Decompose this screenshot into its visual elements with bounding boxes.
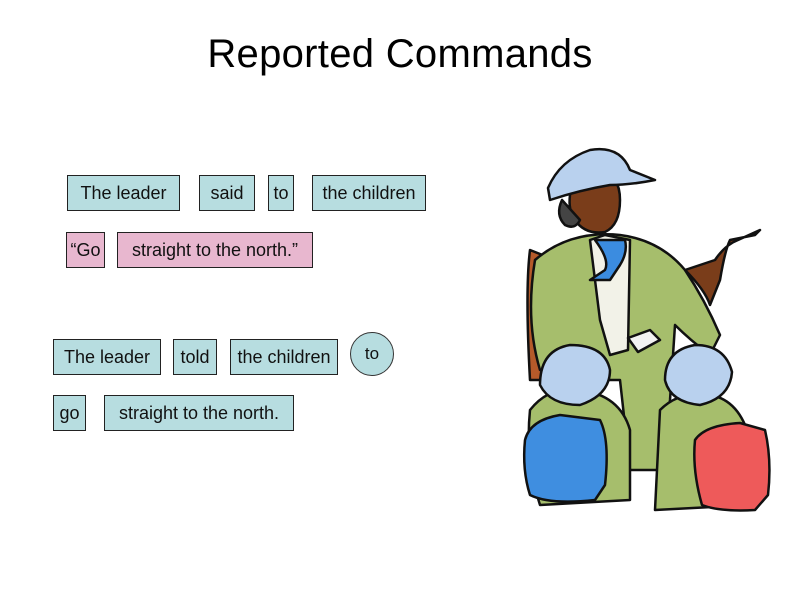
child-right-hat — [663, 343, 734, 407]
red-backpack — [693, 421, 771, 512]
word-box-told: told — [173, 339, 217, 375]
scout-leader-illustration — [522, 147, 771, 512]
child-right — [653, 343, 771, 512]
word-box-said: said — [199, 175, 255, 211]
word-box-the-leader-reported: The leader — [53, 339, 161, 375]
word-box-to: to — [268, 175, 294, 211]
child-left-hat — [538, 343, 612, 407]
word-box-go: go — [53, 395, 86, 431]
word-box-the-children-reported: the children — [230, 339, 338, 375]
word-circle-to: to — [350, 332, 394, 376]
word-box-straight-to-the-north-quote: straight to the north.” — [117, 232, 313, 268]
word-box-the-leader: The leader — [67, 175, 180, 211]
word-box-go-quote: “Go — [66, 232, 105, 268]
blue-backpack — [522, 413, 608, 503]
word-box-straight-to-the-north: straight to the north. — [104, 395, 294, 431]
word-box-the-children: the children — [312, 175, 426, 211]
slide-title: Reported Commands — [207, 32, 593, 76]
